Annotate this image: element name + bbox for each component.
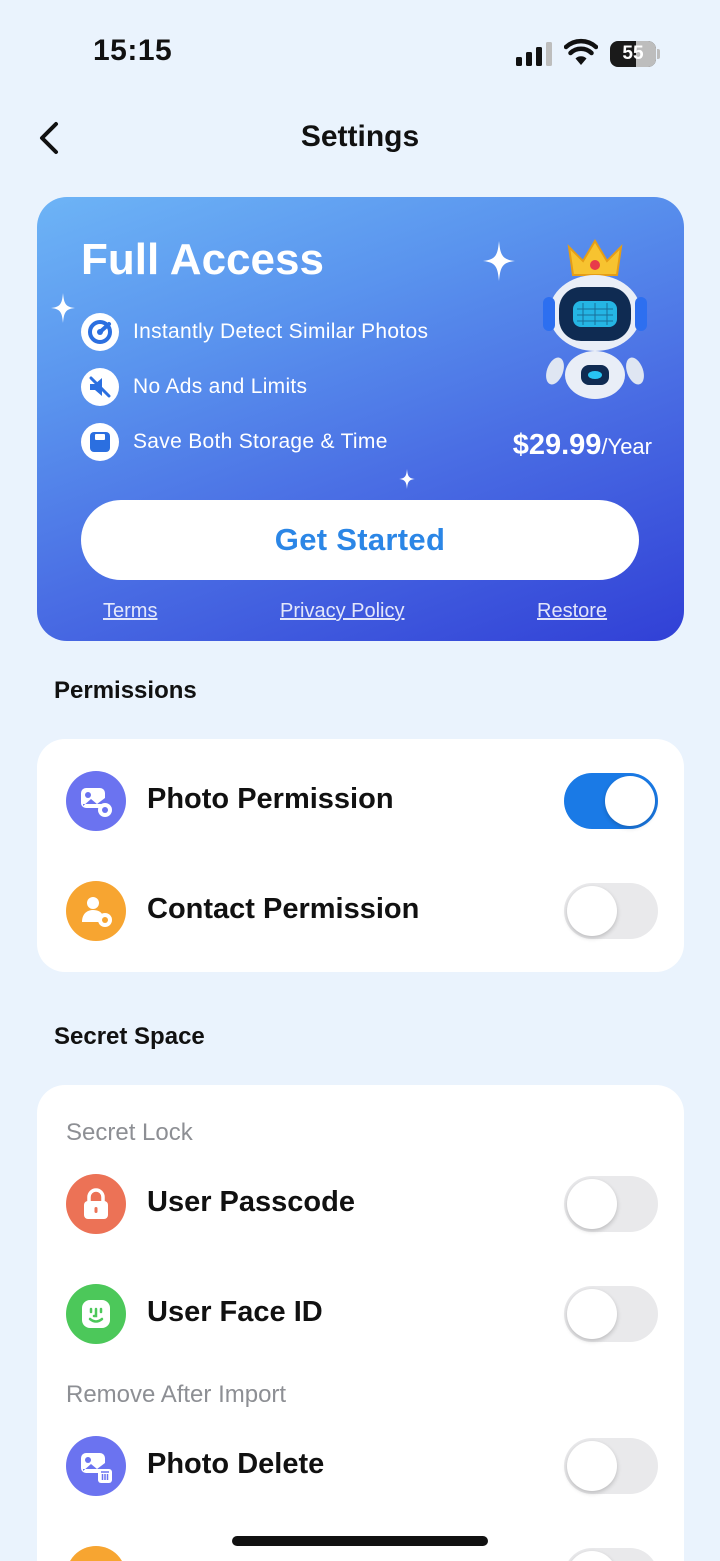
feature-item: Instantly Detect Similar Photos [81, 313, 428, 351]
detect-icon [81, 313, 119, 351]
user-face-id-label: User Face ID [147, 1296, 323, 1328]
photo-settings-icon [66, 771, 126, 831]
settings-screen: 15:15 55 Settings Full Access Instantly … [0, 0, 720, 1561]
sparkle-icon [399, 469, 415, 489]
storage-icon [81, 423, 119, 461]
no-ads-icon [81, 368, 119, 406]
photo-permission-toggle[interactable] [564, 773, 658, 829]
photo-permission-row: Photo Permission [66, 771, 658, 831]
contact-permission-label: Contact Permission [147, 893, 420, 925]
secret-space-section-title: Secret Space [54, 1023, 205, 1050]
cellular-signal-icon [516, 42, 552, 66]
user-face-id-row: User Face ID [66, 1284, 658, 1344]
status-time: 15:15 [93, 34, 173, 67]
get-started-button[interactable]: Get Started [81, 500, 639, 580]
contact-delete-icon [66, 1546, 126, 1561]
privacy-policy-link[interactable]: Privacy Policy [280, 600, 404, 623]
lock-icon [66, 1174, 126, 1234]
user-face-id-toggle[interactable] [564, 1286, 658, 1342]
secret-lock-subtitle: Secret Lock [66, 1119, 193, 1146]
wifi-icon [564, 38, 598, 65]
secret-space-card: Secret Lock User Passcode User Face ID R… [37, 1085, 684, 1561]
remove-after-import-subtitle: Remove After Import [66, 1381, 287, 1408]
next-row-partial [66, 1546, 658, 1561]
feature-label: Instantly Detect Similar Photos [133, 320, 429, 343]
status-bar: 15:15 55 [0, 0, 720, 100]
permissions-section-title: Permissions [54, 677, 197, 704]
robot-mascot-icon [543, 239, 647, 399]
photo-delete-row: Photo Delete [66, 1436, 658, 1496]
price-amount: $29.99 [512, 429, 602, 461]
restore-link[interactable]: Restore [537, 600, 607, 623]
photo-permission-label: Photo Permission [147, 783, 394, 815]
price-period: /Year [601, 434, 652, 459]
price-label: $29.99/Year [513, 429, 652, 462]
user-passcode-label: User Passcode [147, 1186, 355, 1218]
user-passcode-row: User Passcode [66, 1174, 658, 1234]
feature-item: No Ads and Limits [81, 368, 307, 406]
next-row-toggle[interactable] [564, 1548, 658, 1561]
full-access-promo-card: Full Access Instantly Detect Similar Pho… [37, 197, 684, 641]
battery-level: 55 [622, 43, 644, 64]
feature-label: No Ads and Limits [133, 375, 308, 398]
contact-permission-toggle[interactable] [564, 883, 658, 939]
contact-settings-icon [66, 881, 126, 941]
promo-title: Full Access [81, 235, 324, 284]
sparkle-icon [483, 241, 515, 281]
battery-icon: 55 [610, 41, 656, 67]
photo-delete-icon [66, 1436, 126, 1496]
permissions-card: Photo Permission Contact Permission [37, 739, 684, 972]
contact-permission-row: Contact Permission [66, 881, 658, 941]
page-title: Settings [300, 120, 420, 153]
battery-tip [657, 49, 660, 59]
user-passcode-toggle[interactable] [564, 1176, 658, 1232]
face-id-icon [66, 1284, 126, 1344]
sparkle-icon [51, 293, 75, 323]
home-indicator[interactable] [232, 1536, 488, 1546]
photo-delete-toggle[interactable] [564, 1438, 658, 1494]
feature-item: Save Both Storage & Time [81, 423, 388, 461]
terms-link[interactable]: Terms [103, 600, 157, 623]
photo-delete-label: Photo Delete [147, 1448, 325, 1480]
feature-label: Save Both Storage & Time [133, 430, 388, 453]
